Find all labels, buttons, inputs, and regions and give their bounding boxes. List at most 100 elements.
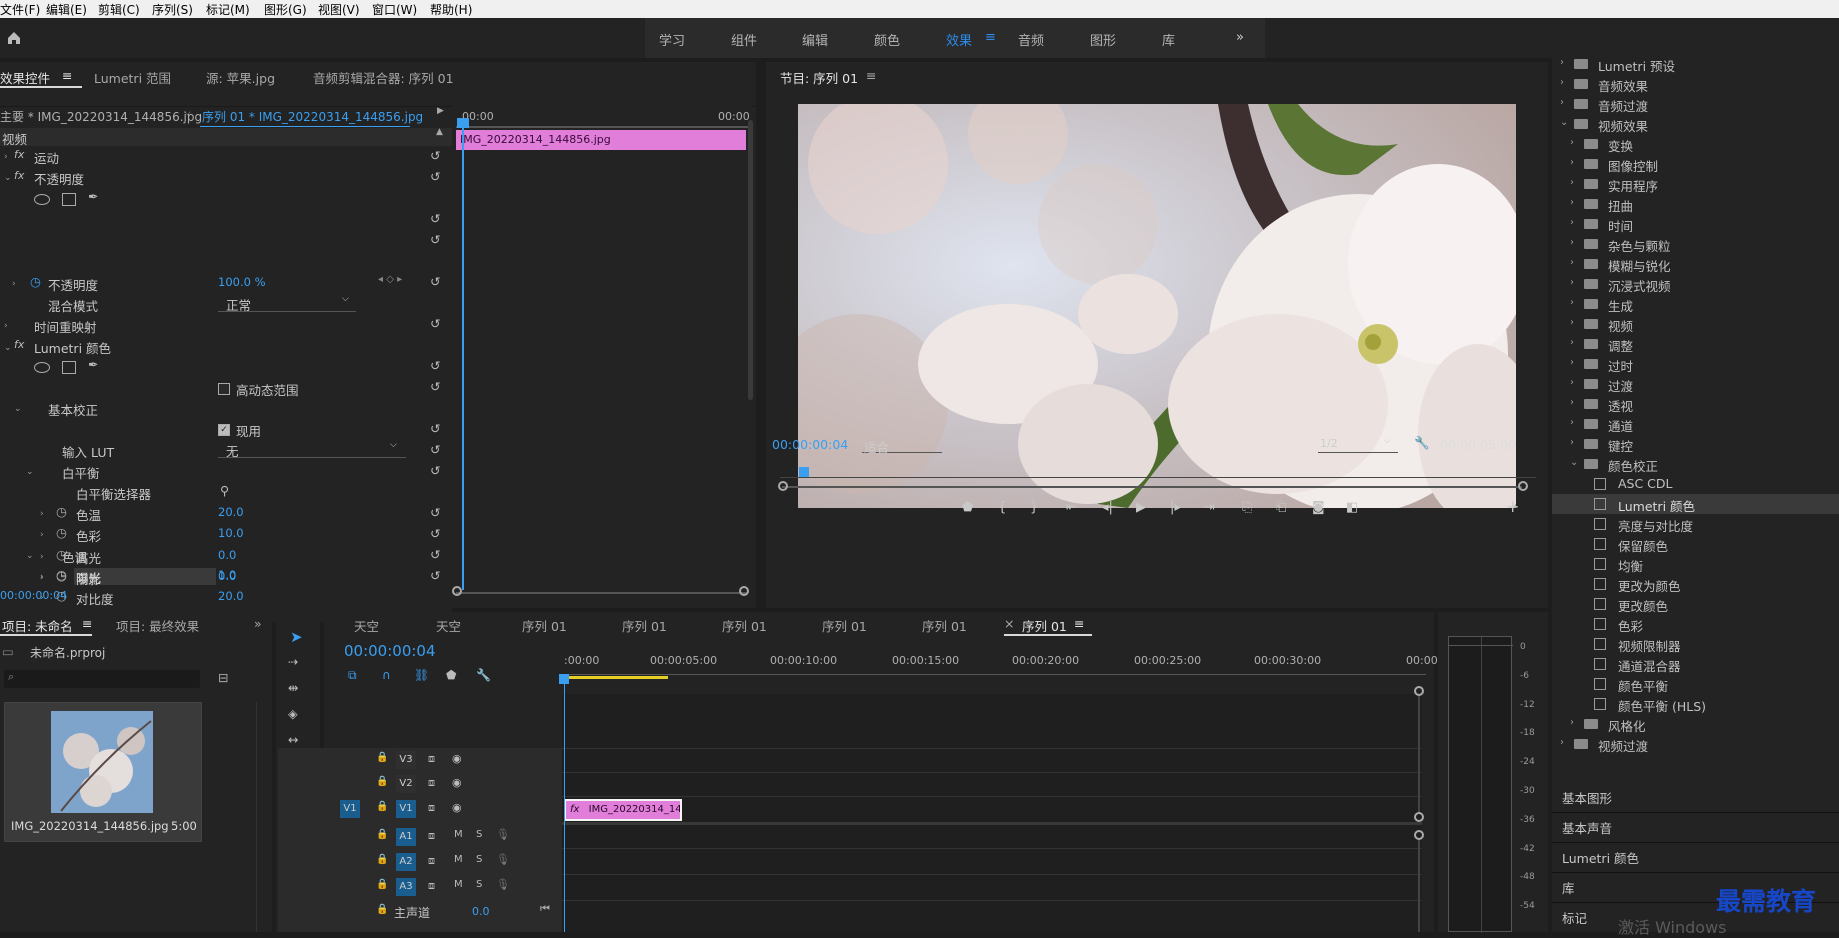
track-v1-label[interactable]: V1: [396, 800, 416, 818]
ec-playhead[interactable]: [462, 120, 464, 590]
tab-sky-2[interactable]: 天空: [436, 616, 461, 635]
add-button-icon[interactable]: +: [1506, 497, 1519, 517]
effects-item[interactable]: Lumetri 颜色: [1552, 494, 1839, 514]
eyedropper-icon[interactable]: ⚲: [220, 483, 229, 503]
a-scroll-handle[interactable]: [1414, 830, 1424, 840]
home-icon[interactable]: [6, 30, 22, 46]
effects-folder[interactable]: › 通道: [1552, 414, 1839, 434]
ripple-edit-tool-icon[interactable]: ⇹: [288, 680, 298, 700]
hdr-checkbox[interactable]: [218, 383, 230, 395]
effects-item[interactable]: 颜色平衡: [1552, 674, 1839, 694]
lock-icon[interactable]: 🔒: [376, 829, 388, 849]
go-to-out-icon[interactable]: ⇥: [1204, 500, 1215, 515]
workspace-graphics[interactable]: 图形: [1090, 30, 1116, 49]
sequence-clip-label[interactable]: 序列 01 * IMG_20220314_144856.jpg: [202, 108, 423, 128]
razor-tool-icon[interactable]: ◈: [288, 706, 298, 726]
effects-folder[interactable]: ⌄ 视频效果: [1552, 114, 1839, 134]
workspace-library[interactable]: 库: [1162, 30, 1175, 49]
expand-folder-icon[interactable]: ›: [1570, 157, 1574, 168]
highlights-value[interactable]: 0.0: [218, 548, 236, 568]
effects-folder[interactable]: › 风格化: [1552, 714, 1839, 734]
expand-motion-icon[interactable]: ›: [4, 152, 8, 162]
essential-graphics-tab[interactable]: 基本图形: [1562, 788, 1612, 808]
stopwatch-icon[interactable]: ◷: [56, 525, 67, 545]
reset-icon[interactable]: ↺: [430, 568, 440, 588]
play-triangle-icon[interactable]: ▶: [437, 106, 444, 126]
tab-project-untitled[interactable]: 项目: 未命名: [2, 616, 73, 635]
zoom-handle-right[interactable]: [739, 586, 749, 596]
lumetri-color-tab[interactable]: Lumetri 颜色: [1562, 848, 1639, 868]
expand-folder-icon[interactable]: ›: [1570, 217, 1574, 228]
v-scroll-handle[interactable]: [1414, 812, 1424, 822]
v-scroll-handle[interactable]: [1414, 686, 1424, 696]
timeline-settings-icon[interactable]: 🔧: [476, 668, 491, 682]
sync-icon[interactable]: ⧈: [428, 776, 435, 796]
mic-icon[interactable]: 🎙: [496, 878, 510, 898]
track-v2-label[interactable]: V2: [396, 775, 416, 793]
program-title[interactable]: 节目: 序列 01: [780, 68, 858, 87]
play-icon[interactable]: ▶: [1136, 500, 1146, 515]
effects-folder[interactable]: › 时间: [1552, 214, 1839, 234]
a-scrollbar[interactable]: [1418, 840, 1420, 932]
stopwatch-icon[interactable]: ◷: [56, 568, 67, 588]
timeline-playhead[interactable]: [564, 680, 565, 932]
ec-playhead-handle[interactable]: [457, 118, 469, 128]
camera-icon[interactable]: ◙: [1312, 500, 1325, 515]
effects-folder[interactable]: › 杂色与颗粒: [1552, 234, 1839, 254]
extract-icon[interactable]: ⎗: [1276, 500, 1286, 515]
step-forward-icon[interactable]: |▸: [1170, 500, 1181, 515]
ec-zoom-bar[interactable]: [456, 592, 746, 594]
menu-view[interactable]: 视图(V): [318, 1, 360, 18]
expand-folder-icon[interactable]: ›: [1570, 417, 1574, 428]
nest-icon[interactable]: ⧉: [348, 668, 357, 683]
reset-icon[interactable]: ↺: [430, 442, 440, 462]
timeline-timecode[interactable]: 00:00:00:04: [344, 642, 436, 664]
track-a1-label[interactable]: A1: [396, 828, 416, 846]
expand-folder-icon[interactable]: ›: [1560, 737, 1564, 748]
stopwatch-icon[interactable]: ◷: [56, 504, 67, 524]
lock-icon[interactable]: 🔒: [376, 752, 388, 772]
expand-tint-icon[interactable]: ›: [40, 530, 44, 540]
expand-folder-icon[interactable]: ›: [1560, 57, 1564, 68]
reset-icon[interactable]: ↺: [430, 379, 440, 399]
effects-item[interactable]: 通道混合器: [1552, 654, 1839, 674]
lock-icon[interactable]: 🔒: [376, 776, 388, 796]
effects-item[interactable]: 更改为颜色: [1552, 574, 1839, 594]
timeline-playhead-handle[interactable]: [559, 674, 569, 684]
effects-folder[interactable]: › 扭曲: [1552, 194, 1839, 214]
menu-sequence[interactable]: 序列(S): [152, 1, 193, 18]
expand-folder-icon[interactable]: ›: [1560, 77, 1564, 88]
expand-shadows-icon[interactable]: ›: [40, 573, 44, 583]
tab-effect-controls[interactable]: 效果控件: [0, 68, 50, 87]
collapse-basic-icon[interactable]: ⌄: [14, 404, 22, 414]
reset-icon[interactable]: ↺: [430, 169, 440, 189]
program-timecode[interactable]: 00:00:00:04: [772, 437, 848, 457]
menu-edit[interactable]: 编辑(E): [46, 1, 87, 18]
mark-out-icon[interactable]: }: [1030, 500, 1038, 515]
expand-folder-icon[interactable]: ›: [1570, 197, 1574, 208]
expand-folder-icon[interactable]: ›: [1570, 397, 1574, 408]
workspace-assembly[interactable]: 组件: [731, 30, 757, 49]
tab-lumetri-scopes[interactable]: Lumetri 范围: [94, 68, 171, 87]
solo-button[interactable]: S: [476, 879, 482, 899]
workspace-color[interactable]: 颜色: [874, 30, 900, 49]
expand-folder-icon[interactable]: ›: [1570, 257, 1574, 268]
blend-mode-select[interactable]: 正常 ⌵: [218, 294, 356, 313]
menu-file[interactable]: 文件(F): [0, 1, 40, 18]
menu-graphics[interactable]: 图形(G): [264, 1, 307, 18]
libraries-tab[interactable]: 库: [1562, 878, 1575, 898]
sync-icon[interactable]: ⧈: [428, 879, 435, 899]
expand-folder-icon[interactable]: ›: [1570, 357, 1574, 368]
shadows-value[interactable]: 0.0: [218, 569, 236, 589]
fx-icon[interactable]: fx: [14, 338, 24, 358]
expand-folder-icon[interactable]: ›: [1570, 277, 1574, 288]
collapse-folder-icon[interactable]: ⌄: [1560, 117, 1568, 128]
more-workspaces-icon[interactable]: »: [1236, 30, 1244, 45]
stopwatch-icon[interactable]: ◷: [30, 274, 41, 294]
effects-folder[interactable]: › 过时: [1552, 354, 1839, 374]
wrench-icon[interactable]: 🔧: [1414, 435, 1430, 455]
effects-folder[interactable]: › 键控: [1552, 434, 1839, 454]
keyframe-nav-icon[interactable]: ◂ ◇ ▸: [378, 274, 402, 294]
temp-value[interactable]: 20.0: [218, 505, 244, 525]
tab-seq-4[interactable]: 序列 01: [822, 616, 867, 635]
